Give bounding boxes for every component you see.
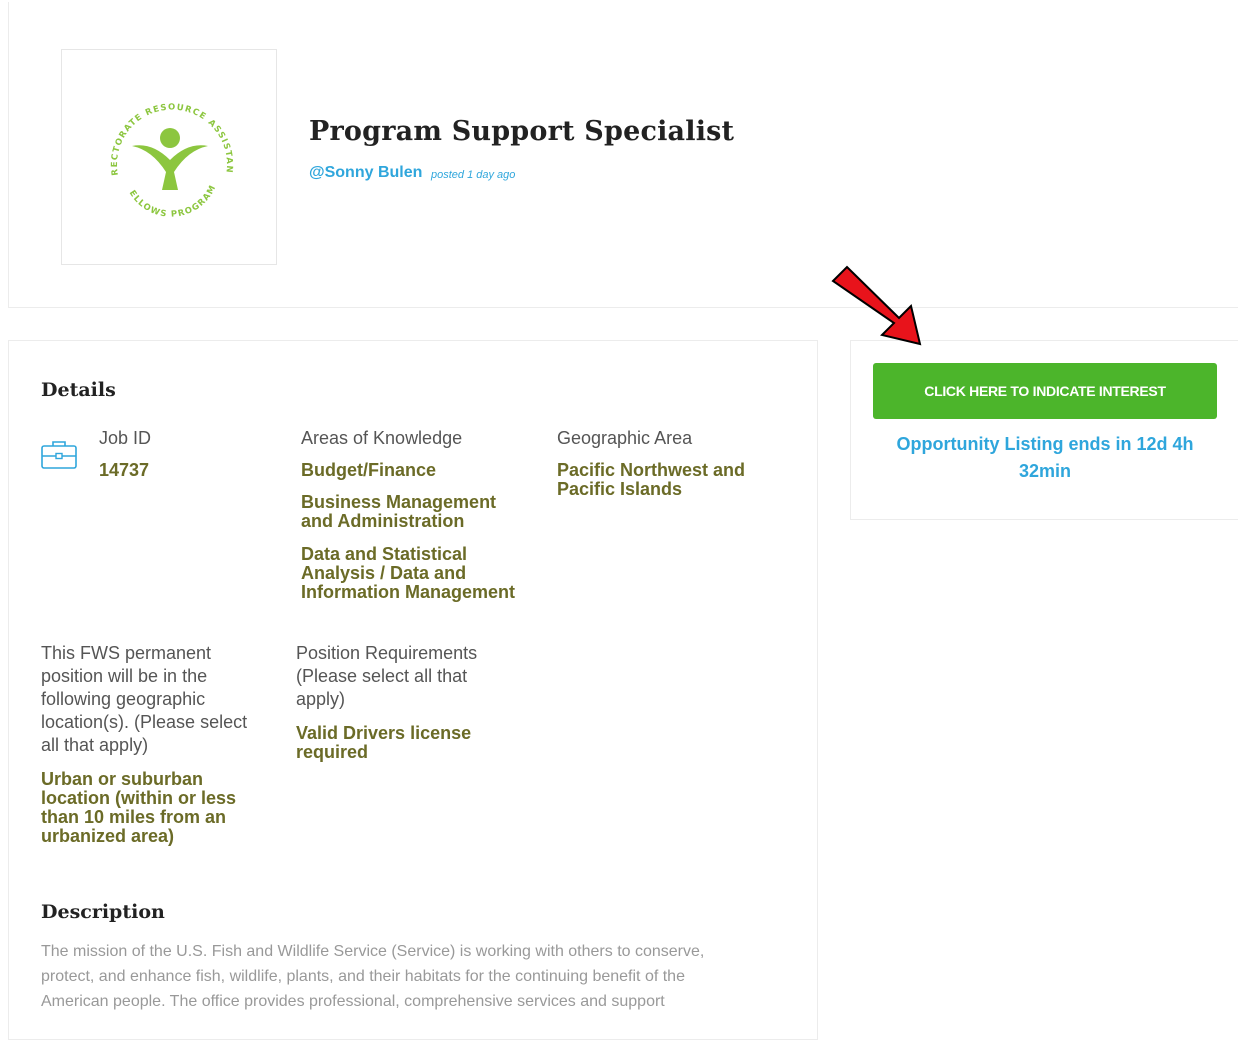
job-id-value: 14737 (99, 460, 150, 480)
posted-time: posted 1 day ago (431, 169, 516, 181)
geo-value: Pacific Northwest and Pacific Islands (557, 460, 746, 499)
interest-card: CLICK HERE TO INDICATE INTEREST Opportun… (850, 340, 1238, 520)
indicate-interest-button[interactable]: CLICK HERE TO INDICATE INTEREST (873, 363, 1217, 419)
job-title: Program Support Specialist (309, 116, 735, 147)
requirements-label: Position Requirements (Please select all … (296, 643, 478, 709)
job-header-card: DIRECTORATE RESOURCE ASSISTANTS FELLOWS … (8, 2, 1238, 308)
location-label: This FWS permanent position will be in th… (41, 643, 248, 755)
company-logo: DIRECTORATE RESOURCE ASSISTANTS FELLOWS … (61, 49, 277, 265)
description-text: The mission of the U.S. Fish and Wildlif… (41, 943, 705, 1010)
poster-link[interactable]: @Sonny Bulen (309, 164, 422, 182)
job-id-label: Job ID (99, 428, 152, 448)
areas-label: Areas of Knowledge (301, 428, 463, 448)
geo-label: Geographic Area (557, 428, 693, 448)
briefcase-icon (41, 441, 77, 469)
details-heading: Details (41, 379, 116, 401)
description-heading: Description (41, 901, 165, 923)
area-budget-finance: Budget/Finance (301, 460, 437, 480)
requirements-value: Valid Drivers license required (296, 723, 472, 762)
details-card: Details Job ID 14737 Areas of Knowledge … (8, 340, 818, 1040)
area-data-statistical: Data and Statistical Analysis / Data and I… (301, 544, 516, 602)
area-business-management: Business Management and Administration (301, 492, 497, 531)
svg-text:DIRECTORATE RESOURCE ASSISTANT: DIRECTORATE RESOURCE ASSISTANTS (62, 50, 234, 176)
location-value: Urban or suburban location (within or les… (41, 769, 237, 846)
drafp-logo-icon: DIRECTORATE RESOURCE ASSISTANTS FELLOWS … (62, 50, 234, 220)
svg-text:FELLOWS PROGRAM: FELLOWS PROGRAM (62, 50, 219, 220)
listing-countdown: Opportunity Listing ends in 12d 4h 32min (896, 434, 1194, 481)
